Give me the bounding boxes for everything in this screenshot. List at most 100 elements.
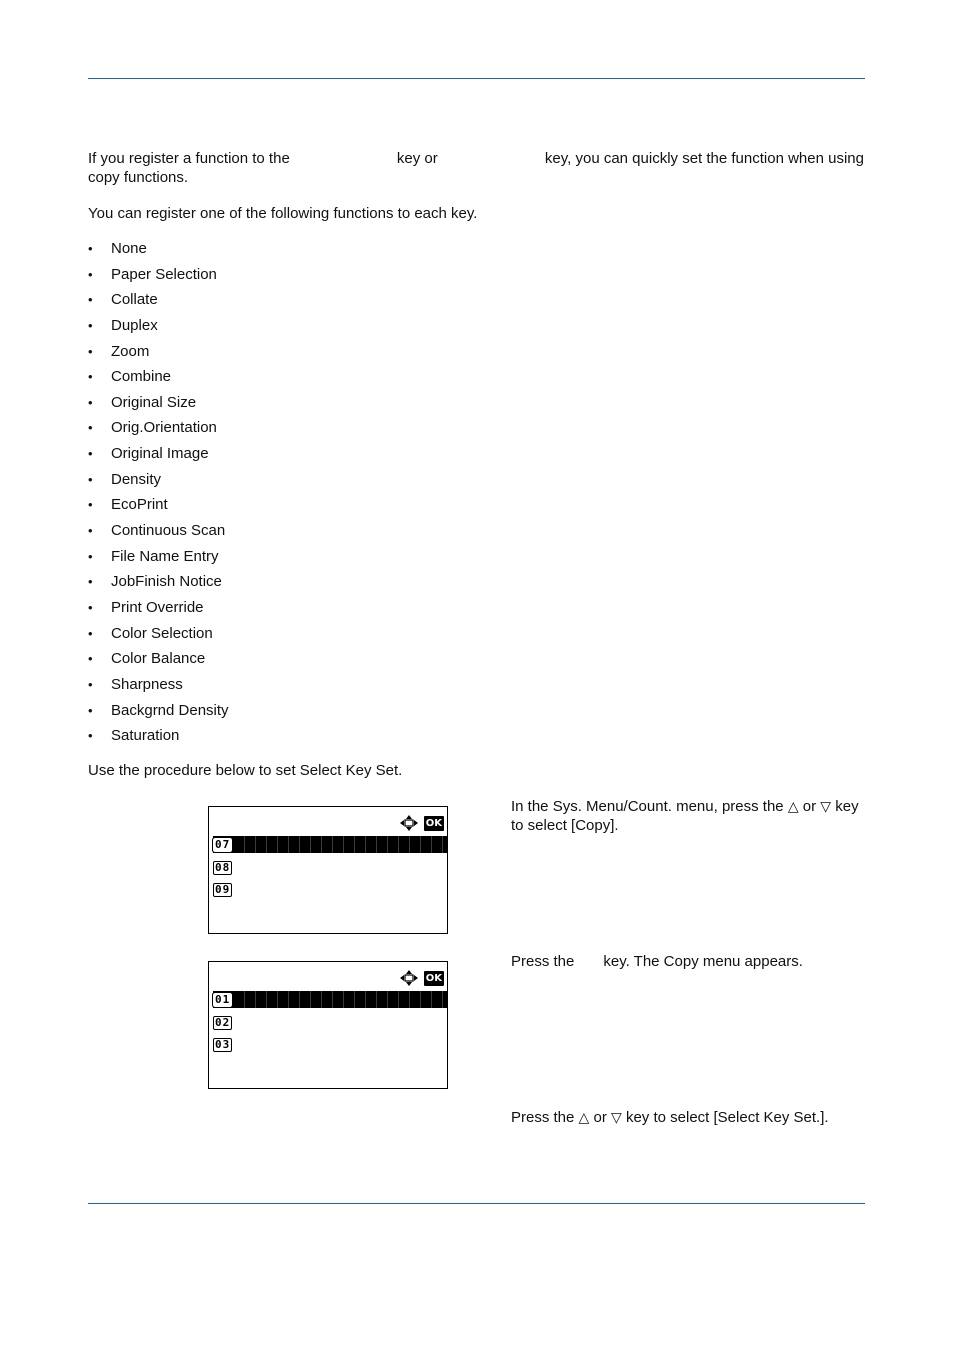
bullet-icon: • — [88, 394, 93, 410]
list-item: • JobFinish Notice — [88, 572, 229, 598]
list-item-label: EcoPrint — [111, 496, 168, 514]
list-item-label: Zoom — [111, 342, 150, 360]
list-item: • Saturation — [88, 726, 229, 752]
list-item-label: Combine — [111, 368, 172, 386]
bullet-icon: • — [88, 420, 93, 436]
lcd-screen-sys-menu: OK 07 08 09 — [208, 806, 448, 934]
list-item-label: Color Balance — [111, 650, 206, 668]
ok-icon: OK — [423, 970, 444, 986]
step-2-part-a: Press the — [511, 953, 575, 970]
bullet-icon: • — [88, 676, 93, 692]
list-item-label: Continuous Scan — [111, 522, 226, 540]
down-triangle-icon: ▽ — [820, 798, 832, 814]
bullet-icon: • — [88, 369, 93, 385]
lcd-row-selected[interactable]: 07 — [211, 836, 448, 853]
ok-icon: OK — [423, 815, 444, 831]
list-item: • Zoom — [88, 342, 229, 368]
row-label-cells — [234, 991, 448, 1008]
list-item-label: Print Override — [111, 598, 204, 616]
item-number-badge: 08 — [213, 860, 233, 875]
list-item: • Print Override — [88, 598, 229, 624]
function-list: • None • Paper Selection • Collate • Duplex • Zoo… — [88, 239, 229, 752]
bullet-icon: • — [88, 728, 93, 744]
item-number-badge: 02 — [213, 1015, 233, 1030]
footer-rule — [88, 1203, 865, 1204]
list-item: • EcoPrint — [88, 495, 229, 521]
list-item-label: Original Image — [111, 445, 209, 463]
list-item: • Backgrnd Density — [88, 701, 229, 727]
procedure-paragraph: Use the procedure below to set Select Ke… — [88, 762, 403, 779]
list-item-label: None — [111, 240, 147, 257]
lcd-screen-copy-menu: OK 01 02 03 — [208, 961, 448, 1089]
bullet-icon: • — [88, 292, 93, 308]
list-item-label: Original Size — [111, 393, 197, 411]
up-triangle-icon: △ — [787, 798, 799, 814]
list-item-label: Backgrnd Density — [111, 701, 229, 719]
lcd-row[interactable]: 02 — [213, 1014, 234, 1031]
bullet-icon: • — [88, 497, 93, 513]
step-3-or: or — [593, 1109, 607, 1126]
four-way-arrow-icon — [399, 815, 418, 831]
intro-text-line2: copy functions. — [88, 169, 189, 186]
list-item-label: Duplex — [111, 316, 158, 334]
bullet-icon: • — [88, 241, 93, 256]
lcd-row-selected[interactable]: 01 — [211, 991, 448, 1008]
four-way-arrow-icon — [399, 970, 418, 986]
step-3-part-a: Press the — [511, 1109, 575, 1126]
list-item: • File Name Entry — [88, 547, 229, 573]
list-item: • None — [88, 239, 229, 265]
lcd-icons: OK — [399, 815, 444, 831]
step-3-part-b: key to select [Select Key Set.]. — [625, 1109, 829, 1126]
row-label-cells — [234, 836, 448, 853]
list-item-label: Paper Selection — [111, 265, 217, 283]
item-number-badge: 01 — [211, 991, 234, 1008]
list-item: • Sharpness — [88, 675, 229, 701]
header-rule — [88, 78, 865, 79]
list-item-label: File Name Entry — [111, 547, 219, 565]
list-item: • Original Size — [88, 393, 229, 419]
intro-text-2: key or — [396, 150, 438, 167]
bullet-icon: • — [88, 317, 93, 333]
list-item-label: Color Selection — [111, 624, 213, 642]
bullet-icon: • — [88, 471, 93, 487]
list-item-label: Orig.Orientation — [111, 419, 217, 437]
bullet-icon: • — [88, 523, 93, 539]
bullet-icon: • — [88, 266, 93, 282]
list-item-label: Sharpness — [111, 675, 183, 693]
list-item: • Combine — [88, 367, 229, 393]
list-item: • Color Selection — [88, 624, 229, 650]
list-item: • Paper Selection — [88, 265, 229, 291]
list-item: • Density — [88, 470, 229, 496]
list-item: • Continuous Scan — [88, 521, 229, 547]
step-2-text: Press the key. The Copy menu appears. — [511, 952, 871, 971]
step-1-text: In the Sys. Menu/Count. menu, press the … — [511, 797, 871, 835]
up-triangle-icon: △ — [578, 1109, 590, 1125]
bullet-icon: • — [88, 625, 93, 641]
item-number-badge: 03 — [213, 1037, 233, 1052]
item-number-badge: 07 — [211, 836, 234, 853]
list-item: • Orig.Orientation — [88, 418, 229, 444]
item-number-badge: 09 — [213, 882, 233, 897]
bullet-icon: • — [88, 702, 93, 718]
step-1-part-a: In the Sys. Menu/Count. menu, press the — [511, 798, 784, 815]
list-item: • Color Balance — [88, 649, 229, 675]
lcd-icons: OK — [399, 970, 444, 986]
intro-text-3: key, you can quickly set the function wh… — [544, 150, 864, 167]
bullet-icon: • — [88, 599, 93, 615]
step-3-text: Press the △ or ▽ key to select [Select K… — [511, 1108, 871, 1127]
bullet-icon: • — [88, 446, 93, 462]
list-item-label: Density — [111, 470, 162, 488]
register-paragraph: You can register one of the following fu… — [88, 205, 478, 222]
bullet-icon: • — [88, 343, 93, 359]
list-item-label: Collate — [111, 291, 158, 309]
bullet-icon: • — [88, 548, 93, 564]
bullet-icon: • — [88, 651, 93, 667]
step-2-part-b: key. The Copy menu appears. — [603, 953, 803, 970]
list-item-label: Saturation — [111, 727, 180, 745]
lcd-row[interactable]: 09 — [213, 881, 234, 898]
list-item-label: JobFinish Notice — [111, 573, 222, 591]
lcd-row[interactable]: 08 — [213, 859, 234, 876]
list-item: • Duplex — [88, 316, 229, 342]
bullet-icon: • — [88, 574, 93, 590]
lcd-row[interactable]: 03 — [213, 1036, 234, 1053]
